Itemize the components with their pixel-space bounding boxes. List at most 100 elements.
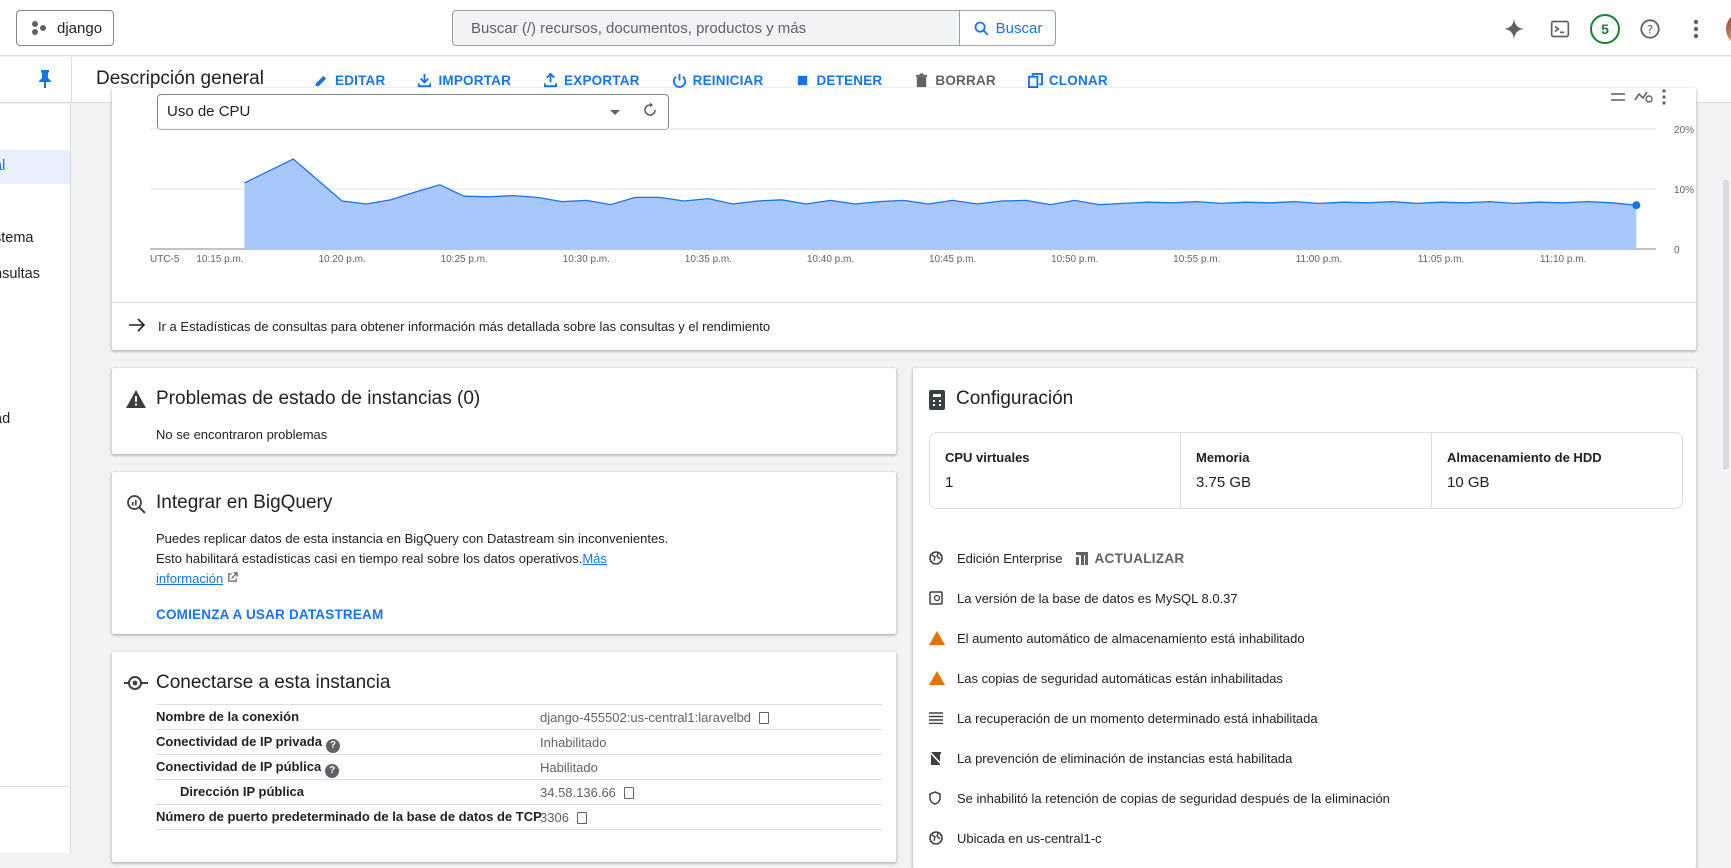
import-button[interactable]: IMPORTAR — [417, 73, 511, 88]
row-value: 34.58.136.66 — [540, 785, 634, 800]
table-row: Conectividad de IP privada? Inhabilitado — [156, 730, 882, 755]
clone-button[interactable]: CLONAR — [1027, 72, 1108, 88]
export-button[interactable]: EXPORTAR — [543, 72, 640, 88]
cpu-usage-chart[interactable]: 20% 10% 0 UTC-5 10:15 p.m. 10:20 p.m. 10:25 p.… — [112, 124, 1696, 264]
y-tick-label: 10% — [1674, 185, 1694, 196]
config-list: Edición Enterprise ACTUALIZAR La versión… — [929, 538, 1683, 858]
more-info-link-part1[interactable]: Más — [582, 551, 607, 566]
clone-icon — [1027, 72, 1043, 88]
restart-label: REINICIAR — [692, 72, 764, 88]
edit-button[interactable]: EDITAR — [314, 73, 385, 88]
config-title: Configuración — [956, 388, 1074, 409]
pin-icon[interactable] — [38, 70, 52, 93]
chart-options-icons[interactable] — [1597, 88, 1667, 108]
row-key: Conectividad de IP pública? — [156, 759, 340, 778]
query-insights-link[interactable]: Ir a Estadísticas de consultas para obte… — [112, 302, 1696, 350]
pencil-icon — [315, 75, 327, 86]
x-tick-label: 10:30 p.m. — [563, 254, 610, 264]
location-text: Ubicada en us-central1-c — [957, 830, 1102, 846]
config-summary: CPU virtuales 1 Memoria 3.75 GB Almacena… — [929, 432, 1683, 509]
nav-divider — [0, 786, 70, 787]
notifications-badge[interactable]: 5 — [1590, 14, 1620, 44]
top-icons: 5 ? — [1498, 12, 1731, 46]
pitr-text: La recuperación de un momento determinad… — [957, 710, 1318, 726]
configuration-card: Configuración CPU virtuales 1 Memoria 3.… — [913, 368, 1696, 868]
database-version-icon — [929, 591, 957, 605]
row-value: 3306 — [540, 810, 587, 825]
arrow-right-icon — [128, 316, 148, 337]
scrollbar[interactable] — [1723, 180, 1729, 470]
stop-icon — [798, 75, 808, 85]
export-label: EXPORTAR — [564, 72, 640, 88]
auto-backups-text: Las copias de seguridad automáticas está… — [957, 670, 1283, 686]
stop-label: DETENER — [816, 72, 883, 88]
copy-icon[interactable] — [623, 786, 634, 799]
row-value: django-455502:us-central1:laravelbd — [540, 710, 770, 725]
y-tick-label: 0 — [1674, 245, 1680, 256]
storage-label: Almacenamiento de HDD — [1447, 450, 1602, 465]
x-tick-label: 11:05 p.m. — [1418, 254, 1465, 264]
x-tick-label: 10:45 p.m. — [929, 254, 976, 264]
help-icon[interactable]: ? — [325, 738, 340, 753]
list-item: La prevención de eliminación de instanci… — [929, 738, 1683, 778]
warning-icon — [929, 631, 957, 645]
edit-label: EDITAR — [335, 72, 386, 88]
list-item: La versión de la base de datos es MySQL … — [929, 578, 1683, 618]
upgrade-button[interactable]: ACTUALIZAR — [1075, 551, 1185, 566]
port-value: 3306 — [540, 810, 569, 825]
nav-item-security[interactable]: ad — [0, 411, 10, 427]
bigquery-line1: Puedes replicar datos de esta instancia … — [156, 531, 669, 546]
memory-value: 3.75 GB — [1196, 474, 1252, 491]
page-title: Descripción general — [96, 68, 264, 89]
nav-item-queries[interactable]: nsultas — [0, 266, 40, 282]
search-input[interactable]: Buscar (/) recursos, documentos, product… — [453, 11, 959, 45]
copy-icon[interactable] — [576, 811, 587, 824]
project-picker[interactable]: django — [16, 10, 114, 46]
latest-point[interactable] — [1632, 201, 1641, 210]
list-item: Ubicada en us-central1-c — [929, 818, 1683, 858]
row-key-text: Conectividad de IP privada — [156, 734, 322, 749]
reset-icon[interactable] — [642, 102, 658, 122]
stop-button[interactable]: DETENER — [795, 73, 882, 88]
timezone-label: UTC-5 — [150, 254, 180, 264]
nav-item-system[interactable]: stema — [0, 230, 34, 246]
shield-icon — [929, 791, 957, 805]
row-key-text: Conectividad de IP pública — [156, 759, 322, 774]
nav-item-overview[interactable]: al — [0, 158, 5, 174]
metric-select-value: Uso de CPU — [167, 103, 251, 120]
more-info-link-part2[interactable]: información — [156, 571, 223, 586]
delete-protection-text: La prevención de eliminación de instanci… — [957, 750, 1293, 766]
copy-icon[interactable] — [759, 711, 770, 724]
left-nav: al stema nsultas ad — [0, 104, 71, 853]
problems-text: No se encontraron problemas — [156, 427, 328, 442]
search-bar: Buscar (/) recursos, documentos, product… — [452, 10, 1056, 46]
search-button[interactable]: Buscar — [959, 11, 1055, 45]
warning-icon — [126, 390, 146, 413]
row-value: Inhabilitado — [540, 735, 607, 750]
search-icon — [974, 21, 989, 36]
more-vert-icon[interactable] — [1680, 13, 1712, 45]
gemini-sparkle-icon[interactable] — [1498, 13, 1530, 45]
export-icon — [543, 72, 558, 87]
restart-button[interactable]: REINICIAR — [672, 73, 764, 88]
cpu-value: 1 — [945, 474, 954, 491]
delete-button[interactable]: BORRAR — [914, 73, 996, 88]
list-item: La recuperación de un momento determinad… — [929, 698, 1683, 738]
help-icon[interactable]: ? — [1634, 13, 1666, 45]
row-value: Habilitado — [540, 760, 598, 775]
x-tick-label: 10:40 p.m. — [807, 254, 854, 264]
x-tick-label: 11:00 p.m. — [1296, 254, 1343, 264]
cloud-shell-icon[interactable] — [1544, 13, 1576, 45]
search-button-label: Buscar — [995, 19, 1043, 37]
table-row: Número de puerto predeterminado de la ba… — [156, 805, 882, 830]
nav-selected-bg — [0, 150, 70, 184]
warning-icon — [929, 671, 957, 685]
avatar[interactable] — [1726, 12, 1731, 46]
start-datastream-button[interactable]: COMIENZA A USAR DATASTREAM — [156, 607, 383, 622]
row-key: Número de puerto predeterminado de la ba… — [156, 809, 542, 824]
cpu-summary: CPU virtuales 1 — [930, 433, 1180, 508]
top-bar: django Buscar (/) recursos, documentos, … — [0, 0, 1731, 56]
help-icon[interactable]: ? — [325, 763, 340, 778]
project-icon — [31, 20, 47, 36]
problems-title: Problemas de estado de instancias (0) — [156, 388, 481, 409]
